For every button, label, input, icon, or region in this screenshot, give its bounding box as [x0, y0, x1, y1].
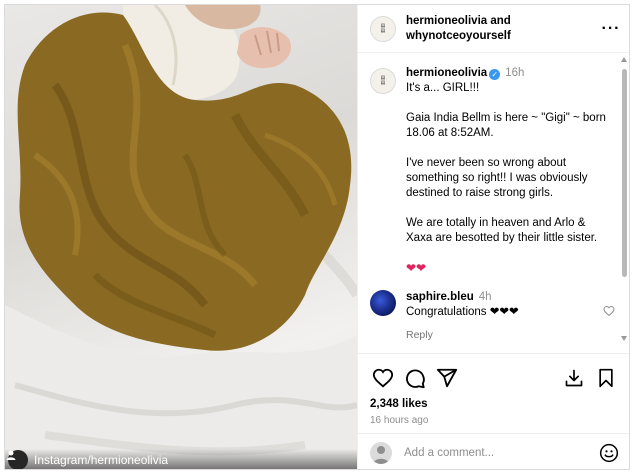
user-icon	[6, 450, 28, 469]
comment-body: saphire.bleu 4h Congratulations ❤❤❤ Reply	[406, 290, 586, 343]
post-photo[interactable]: Instagram/hermioneolivia	[5, 5, 357, 469]
caption-body: hermioneolivia ✓ 16h It's a... GIRL!!! Gai…	[406, 66, 614, 276]
author-and: and	[490, 14, 511, 27]
account-avatar[interactable]: ▤ ▤	[370, 15, 396, 42]
comment-username[interactable]: saphire.bleu	[406, 291, 474, 303]
caption-avatar[interactable]: ▤ ▤	[370, 68, 396, 94]
add-comment-bar: Add a comment...	[358, 433, 629, 469]
scroll-down-arrow-icon[interactable]	[621, 336, 627, 341]
caption-line-4: We are totally in heaven and Arlo & Xaxa…	[406, 217, 598, 244]
post-header: ▤ ▤ hermioneolivia and whynotceoyourself …	[358, 5, 629, 53]
post-side-panel: ▤ ▤ hermioneolivia and whynotceoyourself …	[357, 5, 629, 469]
download-icon[interactable]	[561, 365, 587, 391]
scroll-up-arrow-icon[interactable]	[621, 57, 627, 62]
caption-line-2: Gaia India Bellm is here ~ "Gigi" ~ born…	[406, 112, 606, 139]
caption-username[interactable]: hermioneolivia	[406, 67, 487, 79]
photo-credit-text: Instagram/hermioneolivia	[34, 453, 169, 467]
comments-scroll-area[interactable]: ▤ ▤ hermioneolivia ✓ 16h It's a... GIRL!!! …	[358, 54, 629, 344]
reply-button[interactable]: Reply	[406, 328, 433, 343]
comment-text: Congratulations ❤❤❤	[406, 306, 519, 318]
comment-item: saphire.bleu 4h Congratulations ❤❤❤ Reply	[370, 290, 615, 343]
commenter-avatar[interactable]	[370, 290, 396, 316]
add-comment-input[interactable]: Add a comment...	[404, 447, 599, 459]
post-actions: 2,348 likes 16 hours ago	[358, 353, 629, 433]
scrollbar-thumb[interactable]	[622, 69, 627, 277]
action-icons	[370, 364, 619, 392]
caption-hearts: ❤❤	[406, 261, 427, 275]
author-link-2[interactable]: whynotceoyourself	[406, 30, 511, 42]
more-horizontal-icon[interactable]: ···	[601, 20, 621, 38]
post-caption: ▤ ▤ hermioneolivia ✓ 16h It's a... GIRL!!! …	[370, 66, 615, 276]
post-timestamp[interactable]: 16 hours ago	[370, 415, 619, 426]
instagram-post: Instagram/hermioneolivia ▤ ▤ hermioneoliv…	[4, 4, 630, 470]
caption-line-1: It's a... GIRL!!!	[406, 82, 480, 94]
likes-count[interactable]: 2,348 likes	[370, 398, 619, 410]
monogram-logo-icon: ▤ ▤	[380, 22, 386, 34]
save-bookmark-icon[interactable]	[593, 365, 619, 391]
user-avatar-icon	[370, 441, 392, 464]
caption-line-3: I've never been so wrong about something…	[406, 157, 588, 199]
caption-time[interactable]: 16h	[505, 67, 524, 79]
monogram-logo-icon: ▤ ▤	[380, 75, 386, 86]
comment-bubble-icon[interactable]	[402, 365, 428, 391]
photo-credit: Instagram/hermioneolivia	[5, 449, 357, 469]
post-authors: hermioneolivia and whynotceoyourself	[406, 14, 601, 44]
share-send-icon[interactable]	[434, 365, 460, 391]
verified-badge-icon: ✓	[489, 69, 501, 80]
comment-time[interactable]: 4h	[479, 291, 492, 303]
comment-like-heart-icon[interactable]	[603, 304, 615, 322]
emoji-icon[interactable]	[599, 443, 619, 463]
scrollbar[interactable]	[621, 57, 628, 341]
like-heart-icon[interactable]	[370, 365, 396, 391]
author-link-1[interactable]: hermioneolivia	[406, 15, 487, 27]
baby-in-blanket-image	[5, 5, 357, 469]
